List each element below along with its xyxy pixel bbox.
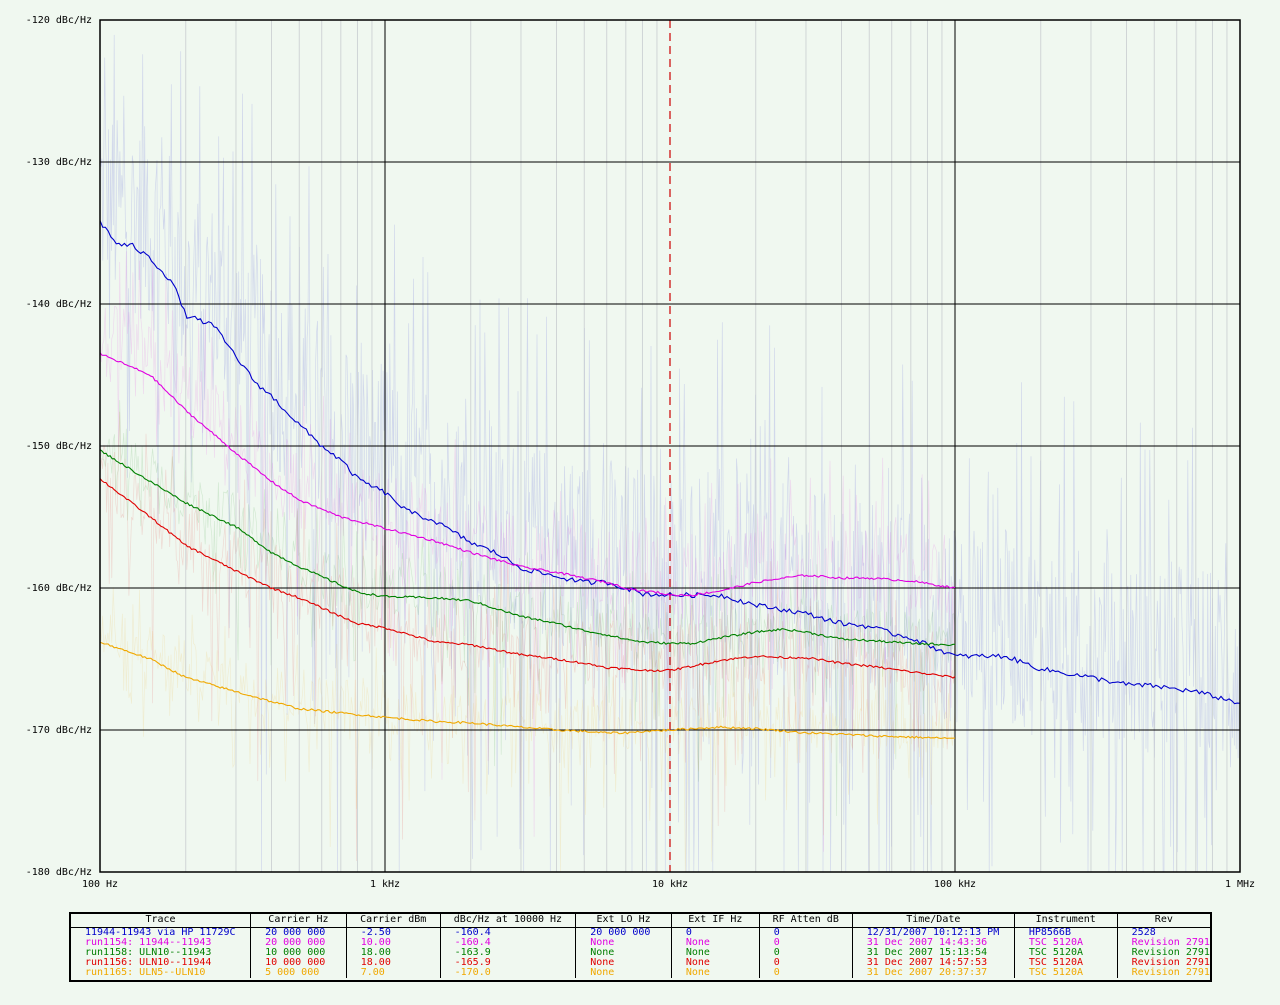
legend-cell: Revision 2791 — [1131, 967, 1210, 978]
legend-cell: 31 Dec 2007 20:37:37 — [852, 968, 1015, 978]
y-tick-label: -130 dBc/Hz — [26, 157, 92, 168]
y-tick-label: -150 dBc/Hz — [26, 441, 92, 452]
legend-header-cell: Rev — [1117, 914, 1210, 928]
noise-trace — [99, 411, 956, 862]
legend-cell: None — [671, 948, 760, 958]
x-tick-label: 100 kHz — [934, 879, 976, 890]
legend-table: Trace Carrier Hz Carrier dBm dBc/Hz at 1000… — [69, 912, 1212, 982]
legend-cell: run1165: ULN5--ULN10 — [71, 968, 252, 978]
legend-cell: None — [575, 968, 672, 978]
legend-cell: 0 — [671, 927, 760, 938]
legend-cell: None — [671, 958, 760, 968]
y-tick-label: -170 dBc/Hz — [26, 725, 92, 736]
y-tick-label: -180 dBc/Hz — [26, 867, 92, 878]
legend-grid: Trace Carrier Hz Carrier dBm dBc/Hz at 1000… — [71, 914, 1210, 978]
legend-header-cell: Ext LO Hz — [575, 914, 672, 928]
legend-row: run1165: ULN5--ULN10 5 000 000 7.00 -170.0 N… — [71, 968, 1210, 978]
x-axis-labels: 100 Hz 1 kHz 10 kHz 100 kHz 1 MHz — [82, 879, 1255, 890]
x-tick-label: 1 kHz — [370, 879, 400, 890]
legend-cell: -170.0 — [440, 968, 577, 978]
legend-header-cell: Carrier Hz — [250, 914, 347, 928]
legend-cell: TSC 5120A — [1014, 968, 1118, 978]
x-tick-label: 10 kHz — [652, 879, 688, 890]
x-tick-label: 1 MHz — [1225, 879, 1255, 890]
legend-cell: None — [671, 938, 760, 948]
legend-cell: None — [671, 968, 760, 978]
legend-cell: 5 000 000 — [250, 968, 347, 978]
legend-header-cell: Instrument — [1014, 914, 1118, 928]
y-axis-labels: -120 dBc/Hz -130 dBc/Hz -140 dBc/Hz -150 dB… — [26, 15, 92, 878]
legend-cell: 0 — [759, 968, 853, 978]
legend-header-cell: Ext IF Hz — [671, 914, 760, 928]
y-tick-label: -160 dBc/Hz — [26, 583, 92, 594]
legend-body: 11944-11943 via HP 11729C 20 000 000 -2.50… — [71, 927, 1210, 978]
legend-header-cell: Trace — [71, 914, 252, 928]
legend-header-cell: Carrier dBm — [346, 914, 441, 928]
legend-cell: 7.00 — [346, 968, 441, 978]
x-tick-label: 100 Hz — [82, 879, 118, 890]
y-tick-label: -120 dBc/Hz — [26, 15, 92, 26]
legend-header-cell: RF Atten dB — [759, 914, 853, 928]
y-tick-label: -140 dBc/Hz — [26, 299, 92, 310]
legend-header-cell: dBc/Hz at 10000 Hz — [440, 914, 577, 928]
legend-header-row: Trace Carrier Hz Carrier dBm dBc/Hz at 1000… — [71, 914, 1210, 928]
legend-header-cell: Time/Date — [852, 914, 1015, 928]
phase-noise-chart: -120 dBc/Hz -130 dBc/Hz -140 dBc/Hz -150 dB… — [26, 15, 1255, 890]
